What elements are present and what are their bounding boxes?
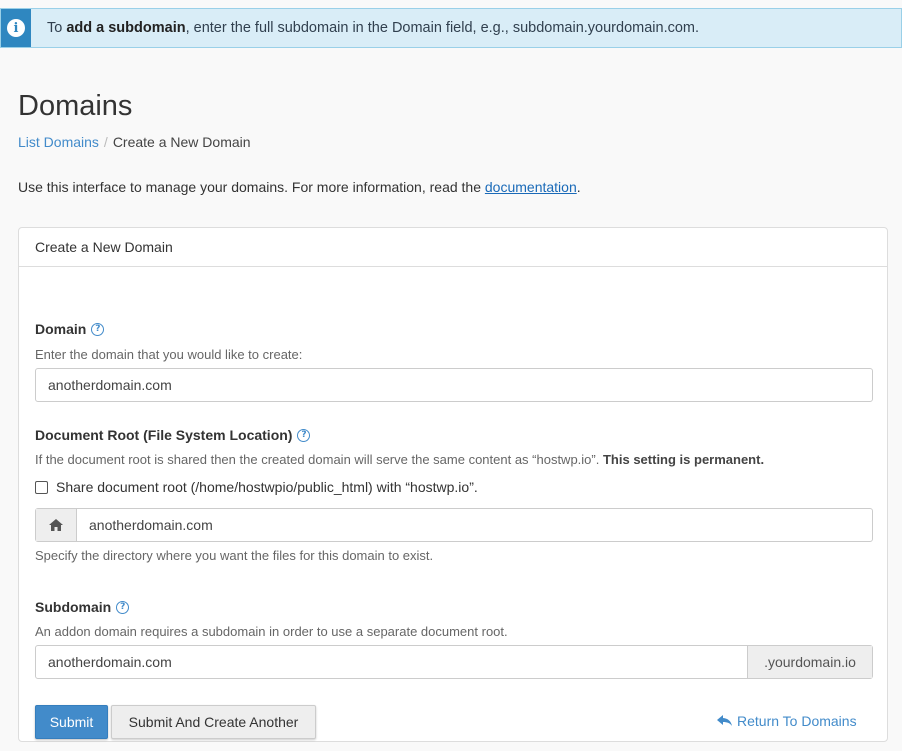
create-domain-panel: Create a New Domain Domain ? Enter the d… (18, 227, 888, 742)
docroot-input[interactable]: anotherdomain.com (77, 509, 872, 541)
page-title: Domains (18, 90, 133, 122)
info-icon: i (7, 19, 25, 37)
docroot-input-value: anotherdomain.com (89, 517, 213, 533)
subdomain-hint: An addon domain requires a subdomain in … (35, 624, 508, 639)
intro-end: . (576, 179, 581, 195)
alert-icon-box: i (1, 9, 31, 47)
domain-label-text: Domain (35, 321, 87, 337)
docroot-label: Document Root (File System Location) ? (35, 427, 311, 443)
subdomain-input[interactable]: anotherdomain.com (36, 646, 747, 678)
alert-text: To add a subdomain, enter the full subdo… (47, 20, 699, 36)
share-docroot-label[interactable]: Share document root (/home/hostwpio/publ… (56, 479, 478, 495)
share-docroot-checkbox[interactable] (35, 480, 48, 494)
return-arrow-icon (717, 715, 732, 726)
alert-bold: add a subdomain (66, 20, 186, 36)
docroot-hint-text: If the document root is shared then the … (35, 452, 600, 467)
docroot-help-icon[interactable]: ? (297, 428, 311, 442)
domain-input[interactable]: anotherdomain.com (35, 368, 873, 402)
submit-button[interactable]: Submit (35, 705, 108, 739)
breadcrumb-separator: / (103, 134, 108, 150)
breadcrumb-current: Create a New Domain (112, 134, 251, 150)
intro-text: Use this interface to manage your domain… (18, 179, 581, 195)
share-docroot-row: Share document root (/home/hostwpio/publ… (35, 479, 478, 495)
docroot-input-group: anotherdomain.com (35, 508, 873, 542)
docroot-hint: If the document root is shared then the … (35, 452, 764, 467)
intro-body: Use this interface to manage your domain… (18, 179, 485, 195)
breadcrumb-list-domains-link[interactable]: List Domains (18, 134, 99, 150)
domain-label: Domain ? (35, 321, 105, 337)
domain-hint: Enter the domain that you would like to … (35, 347, 303, 362)
docroot-help-text: Specify the directory where you want the… (35, 548, 434, 563)
return-to-domains-link[interactable]: Return To Domains (717, 713, 857, 729)
subdomain-input-group: anotherdomain.com .yourdomain.io (35, 645, 873, 679)
submit-and-create-another-button[interactable]: Submit And Create Another (111, 705, 316, 739)
subdomain-input-value: anotherdomain.com (48, 654, 172, 670)
alert-prefix: To (47, 20, 67, 36)
domain-input-value: anotherdomain.com (48, 377, 172, 393)
alert-suffix: , enter the full subdomain in the Domain… (185, 20, 700, 36)
documentation-link[interactable]: documentation (485, 179, 577, 195)
panel-heading: Create a New Domain (19, 228, 887, 267)
subdomain-suffix: .yourdomain.io (747, 646, 872, 678)
return-link-label[interactable]: Return To Domains (737, 713, 857, 729)
docroot-hint-bold: This setting is permanent. (602, 452, 765, 467)
docroot-label-text: Document Root (File System Location) (35, 427, 293, 443)
home-icon (36, 509, 77, 541)
subdomain-help-icon[interactable]: ? (116, 600, 130, 614)
subdomain-label: Subdomain ? (35, 599, 130, 615)
breadcrumb: List Domains / Create a New Domain (18, 134, 251, 150)
subdomain-label-text: Subdomain (35, 599, 112, 615)
domain-help-icon[interactable]: ? (91, 322, 105, 336)
info-alert: i To add a subdomain, enter the full sub… (0, 8, 902, 48)
